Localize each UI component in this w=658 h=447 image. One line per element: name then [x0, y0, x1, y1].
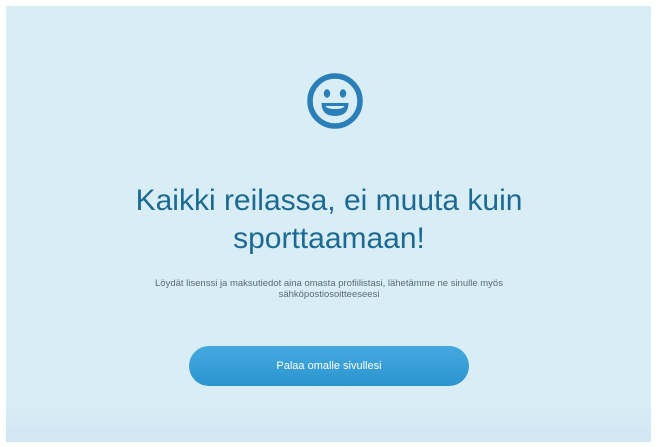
title-line-2: sporttaamaan! [233, 222, 425, 255]
message-line-1: Löydät lisenssi ja maksutiedot aina omas… [155, 278, 503, 289]
smiley-face-icon [306, 72, 364, 130]
return-to-profile-button[interactable]: Palaa omalle sivullesi [189, 346, 469, 386]
title-line-1: Kaikki reilassa, ei muuta kuin [135, 184, 523, 217]
info-message: Löydät lisenssi ja maksutiedot aina omas… [40, 278, 618, 300]
background-shade [6, 402, 651, 442]
message-line-2: sähköpostiosoitteeseesi [278, 289, 380, 300]
page-title: Kaikki reilassa, ei muuta kuin sporttaam… [0, 182, 658, 258]
